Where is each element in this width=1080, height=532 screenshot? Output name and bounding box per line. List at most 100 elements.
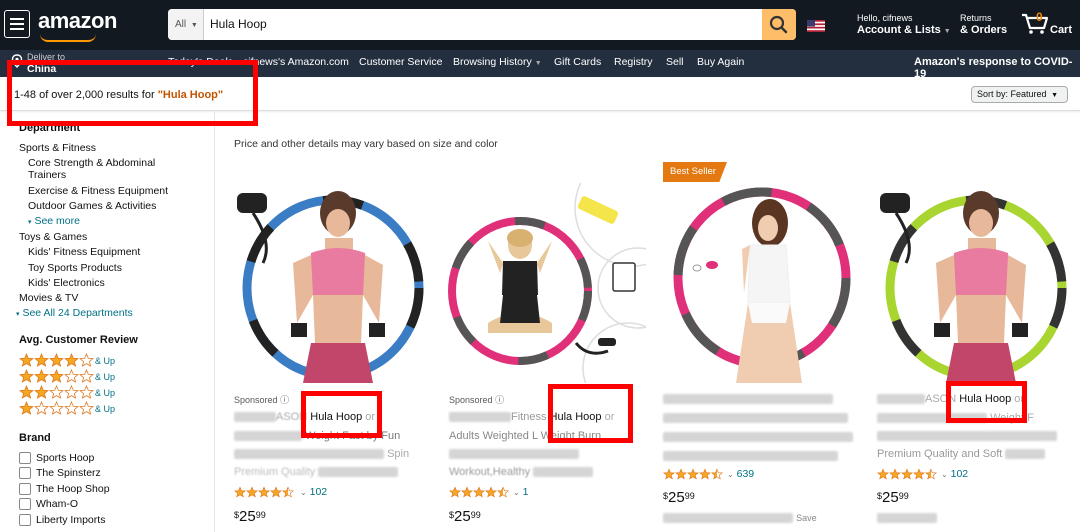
brand-checkbox[interactable]: [19, 498, 31, 510]
subnav-customer-service[interactable]: Customer Service: [359, 56, 442, 68]
brand-spinsterz[interactable]: The Spinsterz: [36, 467, 101, 479]
brand-checkbox[interactable]: [19, 483, 31, 495]
review-filter-3[interactable]: [19, 369, 94, 383]
product-image[interactable]: [662, 183, 854, 383]
search-input[interactable]: [210, 9, 760, 40]
price-fraction: 99: [470, 510, 481, 520]
product-title-line[interactable]: [877, 430, 1057, 442]
brand-checkbox[interactable]: [19, 514, 31, 526]
chevron-down-icon: ▼: [190, 22, 198, 29]
star-icon: [79, 369, 94, 383]
product-price[interactable]: $2599: [234, 508, 266, 525]
review-up-4[interactable]: & Up: [95, 356, 115, 366]
returns-orders-link[interactable]: & Orders: [960, 24, 1007, 36]
dept-kids-fitness[interactable]: Kids' Fitness Equipment: [28, 246, 140, 258]
info-icon[interactable]: ⓘ: [495, 395, 504, 405]
subnav-buy-again[interactable]: Buy Again: [697, 56, 744, 68]
product-price[interactable]: $2599: [449, 508, 481, 525]
dept-core-strength-cont[interactable]: Trainers: [28, 169, 66, 181]
dept-movies-tv[interactable]: Movies & TV: [19, 292, 78, 304]
search-category-dropdown[interactable]: All ▼: [168, 9, 204, 40]
dept-core-strength[interactable]: Core Strength & Abdominal: [28, 157, 155, 169]
blurred-text: [1005, 449, 1046, 460]
dept-outdoor-games[interactable]: Outdoor Games & Activities: [28, 200, 156, 212]
star-icon: [19, 385, 34, 399]
subnav-browsing-history[interactable]: Browsing History ▼: [453, 56, 542, 68]
brand-checkbox[interactable]: [19, 452, 31, 464]
star-icon: [34, 353, 49, 367]
dept-exercise-equipment[interactable]: Exercise & Fitness Equipment: [28, 185, 168, 197]
star-icon: [889, 468, 901, 480]
product-rating-stars[interactable]: [877, 468, 937, 480]
hula-hoop-model-image: [673, 187, 851, 383]
review-filter-2[interactable]: [19, 385, 94, 399]
subnav-my-amazon[interactable]: cifnews's Amazon.com: [243, 56, 349, 68]
product-title-line[interactable]: [663, 431, 853, 443]
brand-sports-hoop[interactable]: Sports Hoop: [36, 452, 94, 464]
account-lists-menu[interactable]: Account & Lists ▼: [857, 24, 951, 36]
product-image[interactable]: [233, 183, 429, 383]
review-count-link[interactable]: ⌄ 102: [300, 486, 327, 498]
search-button[interactable]: [762, 9, 796, 40]
review-up-1[interactable]: & Up: [95, 404, 115, 414]
dept-toy-sports[interactable]: Toy Sports Products: [28, 262, 122, 274]
review-filter-1[interactable]: [19, 401, 94, 415]
title-text: Premium Quality: [234, 466, 316, 478]
product-rating-stars[interactable]: [449, 486, 509, 498]
brand-hoop-shop[interactable]: The Hoop Shop: [36, 483, 110, 495]
review-count-link[interactable]: ⌄ 102: [941, 468, 968, 480]
chevron-down-icon: ▾: [16, 311, 20, 318]
review-count-link[interactable]: ⌄ 1: [513, 486, 528, 498]
dept-kids-electronics[interactable]: Kids' Electronics: [28, 277, 105, 289]
product-title-line[interactable]: Spin: [234, 448, 409, 460]
product-rating-stars[interactable]: [663, 468, 723, 480]
product-title-line[interactable]: [663, 393, 833, 405]
product-rating-stars[interactable]: [234, 486, 294, 498]
covid-response-link[interactable]: Amazon's response to COVID-19: [914, 56, 1080, 80]
brand-heading: Brand: [19, 432, 51, 444]
brand-wham-o[interactable]: Wham-O: [36, 498, 78, 510]
currency-symbol: $: [877, 491, 883, 501]
us-flag-icon[interactable]: [807, 20, 825, 32]
star-icon: [79, 353, 94, 367]
product-title-line[interactable]: [663, 450, 838, 462]
sidebar-divider: [214, 112, 215, 532]
dept-toys-games[interactable]: Toys & Games: [19, 231, 87, 243]
brand-liberty-imports[interactable]: Liberty Imports: [36, 514, 105, 526]
product-title-line[interactable]: [663, 412, 848, 424]
blurred-text: [449, 412, 511, 423]
star-icon: [901, 468, 913, 480]
cart-label[interactable]: Cart: [1050, 24, 1072, 36]
review-up-2[interactable]: & Up: [95, 388, 115, 398]
subnav-registry[interactable]: Registry: [614, 56, 653, 68]
cart-icon[interactable]: [1020, 12, 1050, 36]
price-disclaimer: Price and other details may vary based o…: [234, 138, 498, 150]
review-up-3[interactable]: & Up: [95, 372, 115, 382]
info-icon[interactable]: ⓘ: [280, 395, 289, 405]
blurred-text: [663, 413, 848, 424]
brand-checkbox[interactable]: [19, 467, 31, 479]
subnav-sell[interactable]: Sell: [666, 56, 684, 68]
subnav-gift-cards[interactable]: Gift Cards: [554, 56, 601, 68]
product-title-line[interactable]: Workout,Healthy: [449, 466, 594, 478]
review-filter-4[interactable]: [19, 353, 94, 367]
hamburger-menu-icon[interactable]: [4, 10, 30, 38]
dept-sports-fitness[interactable]: Sports & Fitness: [19, 142, 96, 154]
star-icon: [64, 353, 79, 367]
product-image[interactable]: [876, 183, 1080, 383]
product-price[interactable]: $2599: [877, 489, 909, 506]
sort-dropdown[interactable]: Sort by: Featured ▼: [971, 86, 1068, 103]
blurred-text: [663, 432, 853, 443]
review-count-link[interactable]: ⌄ 639: [727, 468, 754, 480]
product-title-line[interactable]: Premium Quality: [234, 466, 399, 478]
star-icon: [64, 385, 79, 399]
search-icon: [769, 15, 788, 34]
amazon-logo[interactable]: amazon: [38, 8, 117, 34]
see-all-departments-link[interactable]: ▾ See All 24 Departments: [16, 307, 133, 319]
product-price[interactable]: $2599: [663, 489, 695, 506]
product-title-line[interactable]: Premium Quality and Soft: [877, 448, 1046, 460]
amazon-logo-smile-icon: [40, 34, 96, 42]
product-title-line[interactable]: [449, 448, 579, 460]
product-image[interactable]: [448, 183, 646, 383]
see-more-link[interactable]: ▾ See more: [28, 215, 80, 227]
